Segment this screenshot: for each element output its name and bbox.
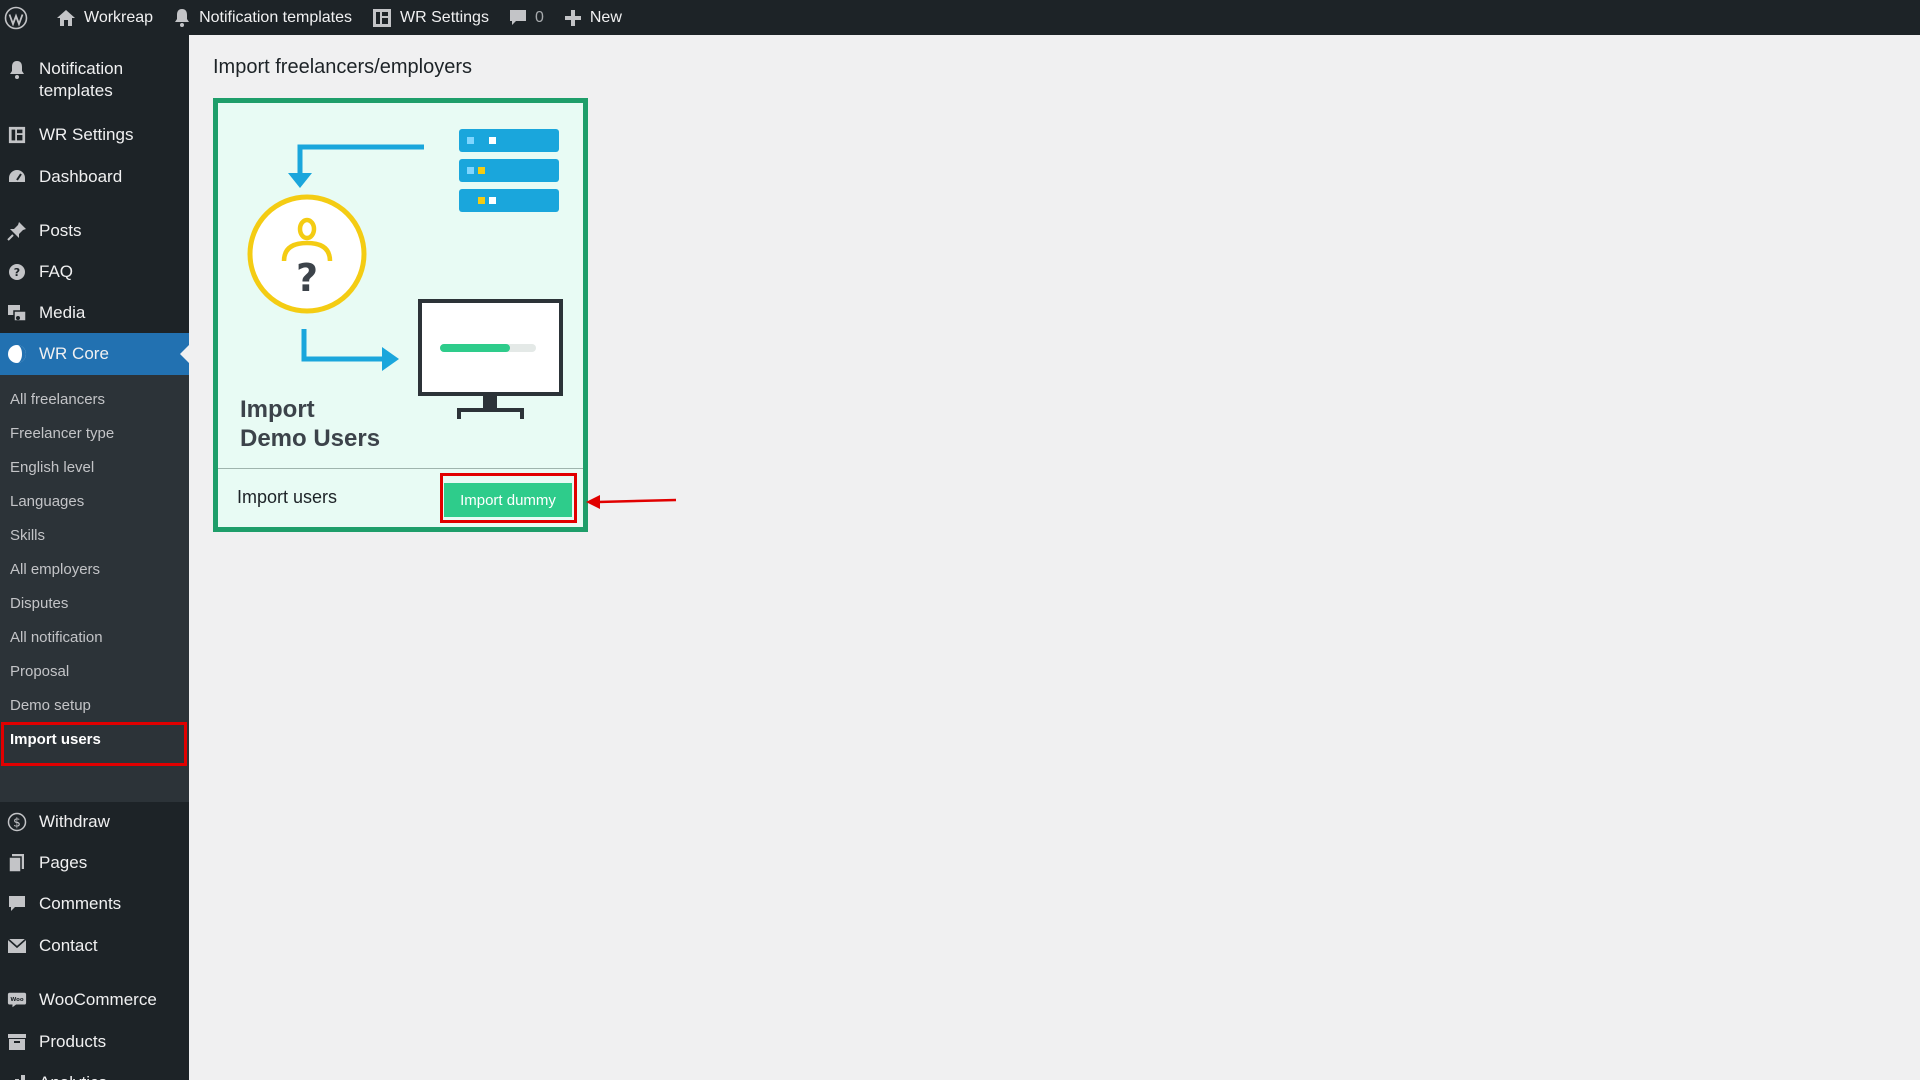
submenu-item-demo-setup[interactable]: Demo setup <box>10 696 91 716</box>
wordpress-icon <box>4 6 28 29</box>
notification-line-2: templates <box>39 81 113 100</box>
arrow-down-left-icon <box>288 144 424 188</box>
sidebar-item-label: Posts <box>39 221 82 240</box>
illustration-title-line-1: Import <box>240 396 315 423</box>
sidebar-item-media[interactable]: Media <box>0 296 189 330</box>
monitor-icon <box>418 299 563 419</box>
submenu-item-english-level[interactable]: English level <box>10 458 94 478</box>
import-illustration: ? Import Demo Users <box>218 103 583 468</box>
comment-icon <box>509 9 526 25</box>
sidebar-item-comments[interactable]: Comments <box>0 887 189 921</box>
wr-settings-link[interactable]: WR Settings <box>362 0 499 35</box>
sidebar-item-label: Analytics <box>39 1072 107 1080</box>
sidebar-item-contact[interactable]: Contact <box>0 929 189 963</box>
user-question-icon: ? <box>247 194 367 314</box>
sidebar-item-label: WR Core <box>39 344 109 363</box>
pin-icon <box>7 221 27 241</box>
submenu-item-freelancer-type[interactable]: Freelancer type <box>10 424 114 444</box>
sidebar-item-posts[interactable]: Posts <box>0 214 189 248</box>
bell-icon <box>7 60 27 80</box>
submenu-item-skills[interactable]: Skills <box>10 526 45 546</box>
site-name-link[interactable]: Workreap <box>46 0 163 35</box>
server-stack-icon <box>459 129 559 212</box>
woo-icon: Woo <box>7 990 27 1010</box>
sidebar-item-label: Notification templates <box>39 58 123 102</box>
mail-icon <box>7 936 27 956</box>
arrow-right-icon <box>301 329 399 371</box>
sidebar-item-label: Withdraw <box>39 812 110 831</box>
sidebar-item-label: Media <box>39 303 86 322</box>
sidebar-item-label: WR Settings <box>39 125 134 144</box>
notification-line-1: Notification <box>39 59 124 78</box>
settings-grid-icon <box>7 125 27 145</box>
dollar-icon: $ <box>7 812 27 832</box>
new-content-link[interactable]: New <box>554 0 632 35</box>
wordpress-logo[interactable] <box>0 0 46 35</box>
site-name: Workreap <box>84 8 154 26</box>
sidebar-item-dashboard[interactable]: Dashboard <box>0 160 189 194</box>
sidebar-item-products[interactable]: Products <box>0 1025 189 1059</box>
sidebar-item-wr-core[interactable]: WR Core <box>0 333 189 375</box>
comments-link[interactable]: 0 <box>499 0 554 35</box>
illustration-title-line-2: Demo Users <box>240 425 381 452</box>
submenu-item-all-employers[interactable]: All employers <box>10 560 100 580</box>
sidebar-item-label: Dashboard <box>39 167 123 186</box>
sidebar-item-notification-templates[interactable]: Notification templates <box>0 58 189 104</box>
import-users-highlight-box <box>1 722 187 766</box>
dashboard-icon <box>7 167 27 187</box>
red-arrow-annotation-icon <box>586 495 677 509</box>
archive-icon <box>7 1032 27 1052</box>
submenu-item-languages[interactable]: Languages <box>10 492 84 512</box>
import-demo-users-card: ? Import Demo Users Import users Import … <box>213 98 588 532</box>
sidebar-item-faq[interactable]: ? FAQ <box>0 255 189 289</box>
bar-chart-icon <box>7 1073 27 1080</box>
admin-bar: Workreap Notification templates WR Setti… <box>0 0 1920 35</box>
page-title: Import freelancers/employers <box>213 56 472 78</box>
submenu-item-proposal[interactable]: Proposal <box>10 662 69 682</box>
submenu-item-all-notification[interactable]: All notification <box>10 628 103 648</box>
sidebar-item-label: FAQ <box>39 262 74 281</box>
import-button-highlight-box <box>440 473 577 523</box>
wr-settings-label: WR Settings <box>400 8 489 26</box>
pages-icon <box>7 853 27 873</box>
sidebar-item-label: Products <box>39 1032 107 1051</box>
settings-grid-icon <box>373 8 392 27</box>
sidebar-item-withdraw[interactable]: $ Withdraw <box>0 805 189 839</box>
illustration-title: Import Demo Users <box>240 395 380 453</box>
svg-text:?: ? <box>296 256 318 300</box>
question-circle-icon: ? <box>7 262 27 282</box>
submenu-item-all-freelancers[interactable]: All freelancers <box>10 390 105 410</box>
card-footer-label: Import users <box>237 487 338 507</box>
new-label: New <box>589 8 622 26</box>
sidebar-item-label: WooCommerce <box>39 990 157 1009</box>
sidebar-item-pages[interactable]: Pages <box>0 846 189 880</box>
svg-text:Woo: Woo <box>10 997 24 1003</box>
comments-count: 0 <box>534 8 544 26</box>
svg-text:$: $ <box>13 816 21 830</box>
sidebar-item-label: Comments <box>39 894 122 913</box>
bell-icon <box>175 8 190 27</box>
card-footer: Import users Import dummy <box>218 468 583 527</box>
svg-text:?: ? <box>14 266 20 279</box>
sidebar-item-woocommerce[interactable]: Woo WooCommerce <box>0 983 189 1017</box>
sidebar-item-wr-settings[interactable]: WR Settings <box>0 118 189 152</box>
submenu-item-disputes[interactable]: Disputes <box>10 594 68 614</box>
admin-sidebar: Notification templates WR Settings Dashb… <box>0 35 189 1080</box>
wr-core-icon <box>7 344 27 364</box>
plus-icon <box>564 9 581 26</box>
sidebar-item-label: Contact <box>39 936 98 955</box>
notification-templates-label: Notification templates <box>199 8 353 26</box>
sidebar-item-analytics[interactable]: Analytics <box>0 1066 189 1080</box>
media-icon <box>7 303 27 323</box>
comment-icon <box>7 894 27 914</box>
sidebar-item-label: Pages <box>39 853 88 872</box>
home-icon <box>57 9 75 26</box>
notification-templates-link[interactable]: Notification templates <box>163 0 362 35</box>
